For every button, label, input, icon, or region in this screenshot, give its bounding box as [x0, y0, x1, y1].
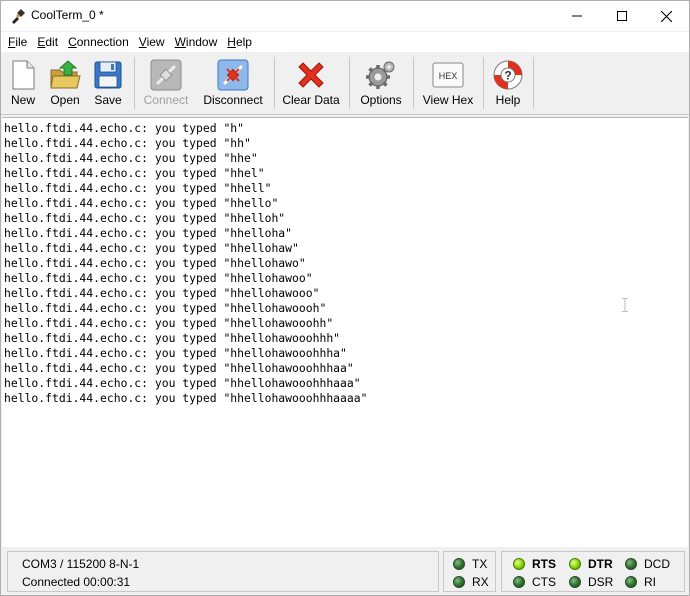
terminal-line: hello.ftdi.44.echo.c: you typed "hhello" — [4, 196, 279, 210]
new-file-icon — [12, 60, 35, 90]
rx-label: RX — [472, 575, 489, 589]
terminal-line: hello.ftdi.44.echo.c: you typed "hhelloh… — [4, 271, 313, 285]
ri-led-icon — [625, 576, 637, 588]
terminal-line: hello.ftdi.44.echo.c: you typed "hh" — [4, 136, 251, 150]
svg-text:HEX: HEX — [439, 71, 458, 81]
gear-icon — [366, 61, 395, 89]
clear-x-icon — [298, 62, 324, 88]
save-label: Save — [94, 93, 122, 107]
hex-icon: HEX — [432, 62, 464, 88]
new-button[interactable]: New — [5, 53, 41, 113]
connection-info-panel: COM3 / 115200 8-N-1 Connected 00:00:31 — [7, 551, 439, 592]
menu-edit[interactable]: Edit — [32, 32, 63, 52]
status-bar: COM3 / 115200 8-N-1 Connected 00:00:31 T… — [1, 548, 689, 595]
menu-connection[interactable]: Connection — [63, 32, 134, 52]
terminal-line: hello.ftdi.44.echo.c: you typed "hhelloh… — [4, 226, 293, 240]
terminal-line: hello.ftdi.44.echo.c: you typed "hhelloh… — [4, 241, 299, 255]
view-hex-label: View Hex — [422, 93, 474, 107]
terminal-line: hello.ftdi.44.echo.c: you typed "hhelloh… — [4, 301, 327, 315]
terminal-line: hello.ftdi.44.echo.c: you typed "hhelloh… — [4, 256, 306, 270]
new-label: New — [10, 93, 35, 107]
help-button[interactable]: ? Help — [489, 53, 527, 113]
lifebuoy-help-icon: ? — [493, 60, 523, 90]
help-label: Help — [495, 93, 521, 107]
cts-label: CTS — [532, 575, 556, 589]
connection-state: Connected 00:00:31 — [22, 575, 131, 589]
toolbar-separator — [413, 57, 414, 109]
terminal-line: hello.ftdi.44.echo.c: you typed "hhelloh… — [4, 376, 361, 390]
terminal-line: hello.ftdi.44.echo.c: you typed "h" — [4, 121, 245, 135]
tx-led-icon — [453, 558, 465, 570]
terminal-line: hello.ftdi.44.echo.c: you typed "hhelloh… — [4, 361, 354, 375]
toolbar-separator — [533, 57, 534, 109]
save-button[interactable]: Save — [89, 53, 127, 113]
rx-led-icon — [453, 576, 465, 588]
clear-data-label: Clear Data — [282, 93, 340, 107]
dcd-led-icon — [625, 558, 637, 570]
options-button[interactable]: Options — [355, 53, 407, 113]
close-icon — [661, 10, 672, 22]
cts-led-icon — [513, 576, 525, 588]
disconnect-label: Disconnect — [203, 93, 263, 107]
toolbar-separator — [483, 57, 484, 109]
toolbar-separator — [134, 57, 135, 109]
menu-view[interactable]: View — [134, 32, 170, 52]
toolbar-separator — [349, 57, 350, 109]
menu-help[interactable]: Help — [222, 32, 257, 52]
connect-button[interactable]: Connect — [139, 53, 193, 113]
terminal-line: hello.ftdi.44.echo.c: you typed "hhelloh… — [4, 211, 286, 225]
open-label: Open — [50, 93, 80, 107]
connect-plug-icon — [150, 59, 182, 91]
dtr-led-icon[interactable] — [569, 558, 581, 570]
menu-window[interactable]: Window — [170, 32, 223, 52]
ri-label: RI — [644, 575, 656, 589]
view-hex-button[interactable]: HEX View Hex — [419, 53, 477, 113]
terminal-line: hello.ftdi.44.echo.c: you typed "hhe" — [4, 151, 258, 165]
minimize-button[interactable] — [554, 1, 599, 31]
menu-file[interactable]: File — [3, 32, 32, 52]
terminal-line: hello.ftdi.44.echo.c: you typed "hhelloh… — [4, 346, 347, 360]
dtr-label: DTR — [588, 557, 613, 571]
toolbar: New Open Save Connect Disconnect Clear D… — [1, 53, 689, 115]
text-cursor-icon — [622, 298, 628, 312]
toolbar-separator — [274, 57, 275, 109]
terminal-line: hello.ftdi.44.echo.c: you typed "hhelloh… — [4, 286, 320, 300]
maximize-button[interactable] — [599, 1, 644, 31]
terminal-line: hello.ftdi.44.echo.c: you typed "hhelloh… — [4, 331, 341, 345]
terminal-output[interactable]: hello.ftdi.44.echo.c: you typed "h" hello… — [2, 117, 688, 547]
clear-data-button[interactable]: Clear Data — [280, 53, 342, 113]
title-bar: CoolTerm_0 * — [1, 1, 689, 31]
terminal-line: hello.ftdi.44.echo.c: you typed "hhel" — [4, 166, 265, 180]
close-button[interactable] — [644, 1, 689, 31]
terminal-line: hello.ftdi.44.echo.c: you typed "hhell" — [4, 181, 272, 195]
port-settings: COM3 / 115200 8-N-1 — [22, 557, 140, 571]
signal-lines-panel: RTS CTS DTR DSR DCD RI — [501, 551, 685, 592]
open-button[interactable]: Open — [45, 53, 85, 113]
open-folder-icon — [50, 60, 81, 89]
coolterm-window: CoolTerm_0 * File Edit Connection View W… — [0, 0, 690, 596]
dcd-label: DCD — [644, 557, 670, 571]
terminal-line: hello.ftdi.44.echo.c: you typed "hhelloh… — [4, 316, 334, 330]
svg-text:?: ? — [504, 69, 511, 83]
minimize-icon — [571, 15, 582, 17]
connect-label: Connect — [143, 93, 189, 107]
maximize-icon — [616, 11, 627, 21]
menu-bar: File Edit Connection View Window Help — [1, 32, 689, 52]
options-label: Options — [360, 93, 402, 107]
coolterm-app-icon — [12, 9, 25, 24]
tx-rx-panel: TX RX — [443, 551, 496, 592]
terminal-line: hello.ftdi.44.echo.c: you typed "hhelloh… — [4, 391, 368, 405]
window-title: CoolTerm_0 * — [31, 8, 104, 22]
save-disk-icon — [94, 61, 122, 89]
disconnect-button[interactable]: Disconnect — [199, 53, 267, 113]
dsr-label: DSR — [588, 575, 614, 589]
tx-label: TX — [472, 557, 488, 571]
disconnect-plug-icon — [217, 59, 249, 91]
dsr-led-icon — [569, 576, 581, 588]
rts-label: RTS — [532, 557, 556, 571]
rts-led-icon[interactable] — [513, 558, 525, 570]
